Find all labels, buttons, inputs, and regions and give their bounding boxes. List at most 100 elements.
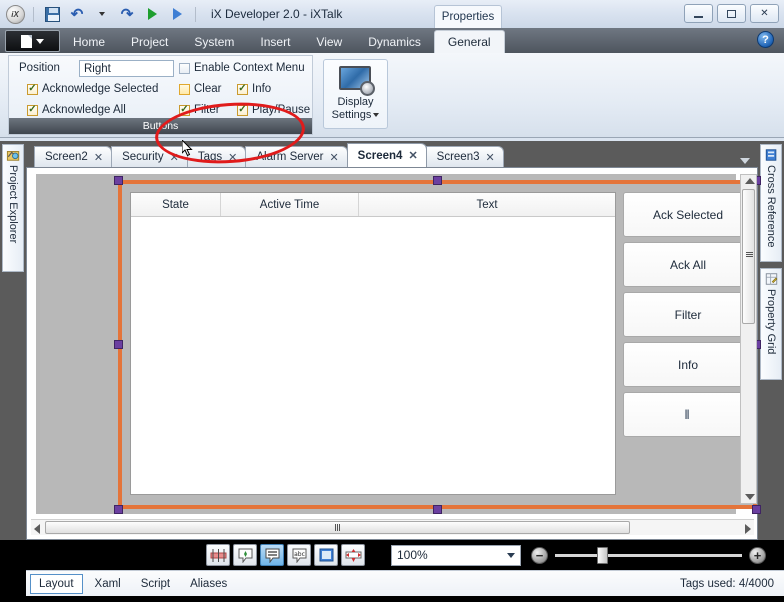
- selection-handle-middle-left[interactable]: [114, 340, 123, 349]
- minimize-button[interactable]: [684, 4, 713, 23]
- ack-selected-button[interactable]: Ack Selected: [623, 192, 753, 237]
- status-tab-script[interactable]: Script: [133, 574, 178, 594]
- canvas-horizontal-scrollbar[interactable]: [31, 519, 754, 535]
- info-button[interactable]: Info: [623, 342, 753, 387]
- display-settings-button[interactable]: Display Settings: [323, 59, 388, 129]
- vertical-scrollbar-thumb[interactable]: [742, 189, 755, 324]
- run-alt-button[interactable]: [166, 3, 188, 25]
- snap-to-grid-icon[interactable]: [206, 544, 230, 566]
- checkbox-enable-context-menu[interactable]: Enable Context Menu: [179, 62, 305, 74]
- close-icon: ✕: [760, 8, 769, 19]
- zoom-level-select[interactable]: 100%: [391, 544, 521, 566]
- ribbon-tab-system[interactable]: System: [181, 31, 247, 53]
- selection-handle-bottom-left[interactable]: [114, 505, 123, 514]
- close-icon[interactable]: ✕: [486, 151, 495, 164]
- sidebar-label: Project Explorer: [7, 165, 19, 244]
- selection-handle-bottom-center[interactable]: [433, 505, 442, 514]
- ribbon-tab-home[interactable]: Home: [60, 31, 118, 53]
- document-tab-screen2[interactable]: Screen2 ✕: [34, 146, 113, 167]
- show-tooltips-icon[interactable]: [260, 544, 284, 566]
- filter-button[interactable]: Filter: [623, 292, 753, 337]
- horizontal-scrollbar-thumb[interactable]: [45, 521, 630, 534]
- snap-to-object-icon[interactable]: [233, 544, 257, 566]
- maximize-button[interactable]: [717, 4, 746, 23]
- checkbox-info[interactable]: ✓ Info: [237, 83, 271, 95]
- scroll-left-icon[interactable]: [34, 524, 40, 534]
- document-tab-tags[interactable]: Tags ✕: [186, 146, 247, 167]
- checkbox-box: ✓: [27, 104, 38, 116]
- position-input[interactable]: Right: [79, 60, 174, 77]
- undo-dropdown-button[interactable]: [91, 3, 113, 25]
- zoom-slider[interactable]: − +: [531, 544, 766, 566]
- sidebar-item-project-explorer[interactable]: Project Explorer: [2, 144, 24, 272]
- check-icon: ✓: [28, 104, 37, 115]
- checkbox-filter[interactable]: ✓ Filter: [179, 104, 220, 116]
- document-tab-screen3[interactable]: Screen3 ✕: [425, 146, 504, 167]
- sidebar-item-cross-reference[interactable]: Cross Reference: [760, 144, 782, 262]
- document-tab-alarm-server[interactable]: Alarm Server ✕: [245, 146, 348, 167]
- play-pause-button[interactable]: ‖: [623, 392, 753, 437]
- zoom-slider-knob[interactable]: [597, 546, 608, 564]
- help-icon[interactable]: ?: [757, 31, 774, 48]
- close-icon[interactable]: ✕: [329, 151, 338, 164]
- checkbox-box: ✓: [237, 83, 248, 95]
- ribbon-tab-insert[interactable]: Insert: [247, 31, 303, 53]
- alarm-grid[interactable]: State Active Time Text: [130, 192, 616, 495]
- play-outline-icon: [172, 8, 182, 20]
- selection-handle-bottom-right[interactable]: [752, 505, 761, 514]
- document-tab-security[interactable]: Security ✕: [111, 146, 188, 167]
- column-header-text[interactable]: Text: [359, 193, 615, 216]
- app-logo-button[interactable]: iX: [4, 3, 26, 25]
- tab-label: Security: [122, 151, 164, 163]
- screen-canvas[interactable]: State Active Time Text Ack Selected Ack …: [36, 174, 761, 514]
- zoom-slider-track[interactable]: [555, 546, 742, 564]
- scroll-down-icon[interactable]: [745, 494, 755, 500]
- undo-button[interactable]: ↶: [66, 3, 88, 25]
- scroll-up-icon[interactable]: [745, 178, 755, 184]
- align-icon[interactable]: [341, 544, 365, 566]
- show-text-icon[interactable]: abc: [287, 544, 311, 566]
- close-button[interactable]: ✕: [750, 4, 779, 23]
- check-icon: ✓: [180, 104, 189, 115]
- zoom-in-button[interactable]: +: [749, 546, 766, 564]
- status-tab-aliases[interactable]: Aliases: [182, 574, 235, 594]
- canvas-vertical-scrollbar[interactable]: [740, 174, 757, 504]
- close-icon[interactable]: ✕: [408, 149, 417, 162]
- ribbon-tab-general[interactable]: General: [433, 30, 505, 53]
- ribbon-tab-view[interactable]: View: [303, 31, 355, 53]
- redo-button[interactable]: ↷: [116, 3, 138, 25]
- close-icon[interactable]: ✕: [94, 151, 103, 164]
- file-menu-button[interactable]: [5, 30, 60, 52]
- checkbox-box: [179, 62, 190, 74]
- run-button[interactable]: [141, 3, 163, 25]
- ack-all-button[interactable]: Ack All: [623, 242, 753, 287]
- column-header-state[interactable]: State: [131, 193, 221, 216]
- scroll-right-icon[interactable]: [745, 524, 751, 534]
- ribbon-tab-dynamics[interactable]: Dynamics: [355, 31, 434, 53]
- play-icon: [147, 8, 157, 20]
- show-panel-icon[interactable]: [314, 544, 338, 566]
- column-header-active-time[interactable]: Active Time: [221, 193, 359, 216]
- checkbox-acknowledge-selected[interactable]: ✓ Acknowledge Selected: [27, 83, 158, 95]
- alarm-viewer-selection-frame[interactable]: State Active Time Text Ack Selected Ack …: [114, 176, 761, 514]
- selection-handle-top-center[interactable]: [433, 176, 442, 185]
- save-button[interactable]: [41, 3, 63, 25]
- status-tab-layout[interactable]: Layout: [30, 573, 83, 594]
- close-icon[interactable]: ✕: [170, 151, 179, 164]
- property-grid-icon: [765, 273, 777, 285]
- close-icon[interactable]: ✕: [228, 151, 237, 164]
- tab-overflow-chevron-down-icon[interactable]: [740, 158, 750, 164]
- checkbox-clear[interactable]: Clear: [179, 83, 221, 95]
- alarm-viewer-button-column: Ack Selected Ack All Filter Info ‖: [623, 192, 753, 442]
- ribbon-tab-project[interactable]: Project: [118, 31, 181, 53]
- checkbox-acknowledge-all[interactable]: ✓ Acknowledge All: [27, 104, 126, 116]
- zoom-out-button[interactable]: −: [531, 546, 548, 564]
- design-work-area: State Active Time Text Ack Selected Ack …: [26, 167, 761, 540]
- selection-handle-top-left[interactable]: [114, 176, 123, 185]
- checkbox-play-pause[interactable]: ✓ Play/Pause: [237, 104, 310, 116]
- document-tab-screen4[interactable]: Screen4 ✕: [346, 143, 427, 167]
- tab-label: Screen4: [357, 149, 403, 162]
- status-tab-xaml[interactable]: Xaml: [87, 574, 129, 594]
- contextual-tab-properties[interactable]: Properties: [434, 5, 502, 28]
- sidebar-item-property-grid[interactable]: Property Grid: [760, 268, 782, 380]
